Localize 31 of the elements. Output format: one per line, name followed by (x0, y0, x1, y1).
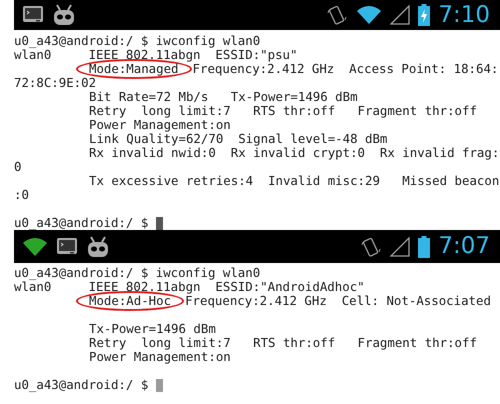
terminal-output-line: Retry long limit:7 RTS thr:off Fragment thr:off (89, 336, 477, 350)
terminal-output-line: 72:8C:9E:02 (14, 76, 96, 90)
vibrate-icon (360, 236, 382, 258)
robot-head-icon (52, 4, 76, 26)
terminal-icon (56, 236, 78, 256)
shell-prompt: u0_a43@android:/ $ (14, 216, 148, 230)
terminal-output-line: Link Quality=62/70 Signal level=-48 dBm (89, 132, 388, 146)
terminal-output-line: Power Management:on (89, 118, 231, 132)
terminal-icon (22, 5, 44, 25)
terminal-output-line: u0_a43@android:/ $ iwconfig wlan0 (14, 266, 260, 280)
signal-icon (390, 5, 410, 25)
circled-mode-label: Mode:Ad-Hoc (76, 291, 184, 311)
vibrate-icon (326, 4, 348, 26)
signal-icon (390, 236, 410, 256)
shell-prompt: u0_a43@android:/ $ (14, 378, 148, 392)
terminal-output-line: Bit Rate=72 Mb/s Tx-Power=1496 dBm (89, 90, 358, 104)
terminal-output-line: wlan0 IEEE 802.11abgn ESSID:"psu" (14, 48, 298, 62)
terminal-output-line: 0 (14, 160, 22, 174)
clock-time: 7:10 (438, 4, 490, 26)
terminal-output-line: Tx excessive retries:4 Invalid misc:29 Missed beacon (89, 174, 500, 188)
terminal-output-line: Frequency:2.412 GHz Cell: Not-Associated (185, 294, 491, 308)
robot-head-icon (86, 236, 110, 258)
clock-time: 7:07 (438, 235, 490, 258)
terminal-output-line: Rx invalid nwid:0 Rx invalid crypt:0 Rx invalid frag: (89, 146, 500, 160)
terminal-output-line: Power Management:on (89, 350, 231, 364)
terminal-output-line: Tx-Power=1496 dBm (89, 322, 216, 336)
terminal-output-line: Retry long limit:7 RTS thr:off Fragment thr:off (89, 104, 477, 118)
terminal-output-line: :0 (14, 188, 29, 202)
terminal-output-line: Frequency:2.412 GHz Access Point: 18:64: (192, 62, 498, 76)
terminal-output-line: u0_a43@android:/ $ iwconfig wlan0 (14, 34, 260, 48)
terminal-output-line: wlan0 IEEE 802.11abgn ESSID:"AndroidAdhoc" (14, 280, 365, 294)
